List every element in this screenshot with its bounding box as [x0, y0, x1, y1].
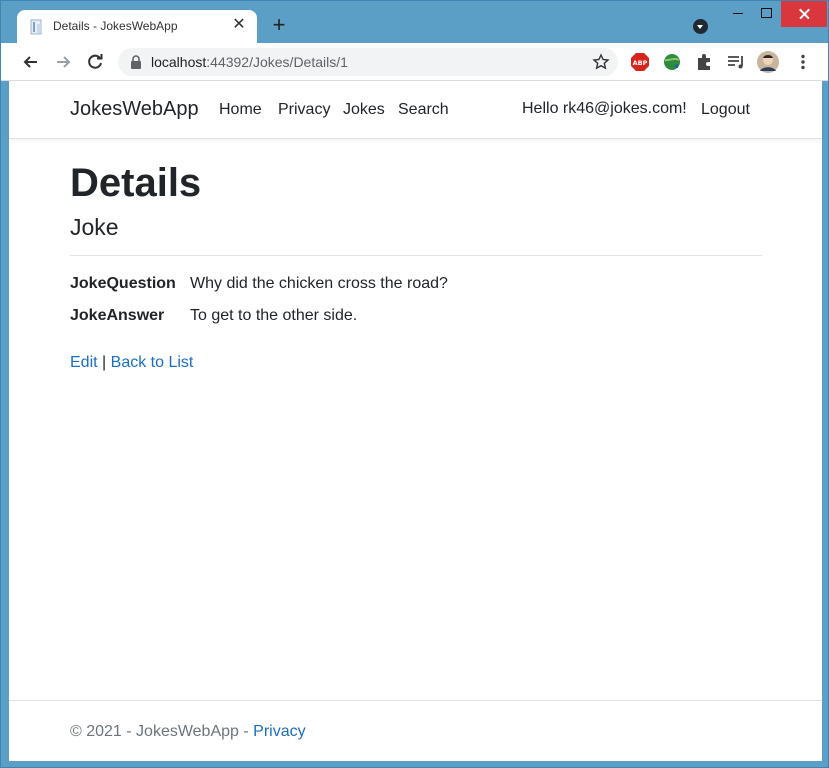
- svg-text:ABP: ABP: [633, 59, 648, 67]
- globe-extension-icon[interactable]: [662, 52, 682, 72]
- back-arrow-icon[interactable]: [20, 51, 42, 73]
- media-control-icon[interactable]: [726, 52, 746, 72]
- tab-close-icon[interactable]: ✕: [231, 17, 247, 33]
- entity-heading: Joke: [70, 214, 119, 240]
- nav-link-search[interactable]: Search: [398, 101, 449, 119]
- page-title: Details: [70, 161, 202, 205]
- nav-link-home[interactable]: Home: [219, 101, 262, 119]
- detail-row-question: JokeQuestion Why did the chicken cross t…: [70, 270, 762, 302]
- new-tab-icon[interactable]: +: [269, 14, 289, 36]
- bookmark-star-icon[interactable]: [592, 53, 610, 71]
- nav-link-jokes[interactable]: Jokes: [343, 101, 385, 119]
- browser-window: Details - JokesWebApp ✕ + localhost:4439…: [0, 0, 829, 768]
- reload-icon[interactable]: [84, 51, 106, 73]
- site-navbar: JokesWebApp Home Privacy Jokes Search He…: [9, 81, 822, 139]
- footer-copyright: © 2021 - JokesWebApp -: [70, 723, 254, 740]
- browser-toolbar: localhost:44392/Jokes/Details/1 ABP: [1, 43, 828, 81]
- detail-label: JokeAnswer: [70, 307, 165, 324]
- site-footer: © 2021 - JokesWebApp - Privacy: [9, 700, 822, 761]
- close-window-button[interactable]: [781, 1, 827, 27]
- forward-arrow-icon[interactable]: [52, 51, 74, 73]
- nav-link-privacy[interactable]: Privacy: [278, 101, 330, 119]
- logout-link[interactable]: Logout: [701, 101, 750, 119]
- page-favicon-icon: [29, 19, 45, 35]
- maximize-button[interactable]: [752, 1, 780, 27]
- browser-tab[interactable]: Details - JokesWebApp ✕: [17, 10, 257, 43]
- edit-link[interactable]: Edit: [70, 354, 98, 371]
- link-separator: |: [102, 354, 107, 371]
- tab-title: Details - JokesWebApp: [53, 19, 178, 33]
- divider: [70, 255, 762, 256]
- tab-search-icon[interactable]: [693, 19, 708, 34]
- page-viewport: JokesWebApp Home Privacy Jokes Search He…: [9, 81, 822, 761]
- address-bar[interactable]: localhost:44392/Jokes/Details/1: [118, 48, 618, 76]
- user-greeting[interactable]: Hello rk46@jokes.com!: [522, 100, 687, 118]
- footer-text: © 2021 - JokesWebApp - Privacy: [70, 723, 306, 741]
- adblock-plus-icon[interactable]: ABP: [630, 52, 650, 72]
- detail-label: JokeQuestion: [70, 275, 176, 292]
- url-text[interactable]: localhost:44392/Jokes/Details/1: [151, 54, 348, 70]
- detail-value: To get to the other side.: [190, 307, 358, 324]
- navbar-brand[interactable]: JokesWebApp: [70, 98, 199, 121]
- menu-dots-icon[interactable]: [793, 52, 813, 72]
- main-content: Details Joke JokeQuestion Why did the ch…: [70, 159, 762, 372]
- footer-privacy-link[interactable]: Privacy: [253, 723, 305, 740]
- tab-bar: Details - JokesWebApp ✕ +: [1, 1, 828, 43]
- extensions-puzzle-icon[interactable]: [694, 52, 714, 72]
- action-links: Edit | Back to List: [70, 354, 762, 372]
- minimize-button[interactable]: [724, 1, 752, 27]
- back-to-list-link[interactable]: Back to List: [111, 354, 194, 371]
- profile-avatar[interactable]: [757, 51, 779, 73]
- detail-row-answer: JokeAnswer To get to the other side.: [70, 302, 762, 334]
- lock-icon[interactable]: [130, 55, 142, 69]
- detail-value: Why did the chicken cross the road?: [190, 275, 448, 292]
